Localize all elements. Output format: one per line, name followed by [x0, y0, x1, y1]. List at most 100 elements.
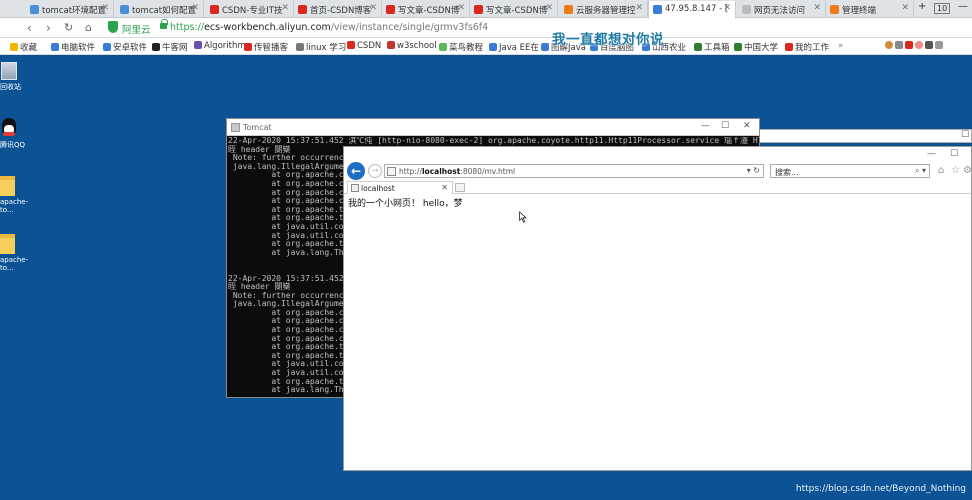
background-window[interactable]: ☐	[740, 129, 972, 143]
home-icon[interactable]: ⌂	[85, 21, 92, 35]
browser-tab[interactable]: 云服务器管理控 ✕	[560, 1, 648, 18]
back-arrow-icon[interactable]: ←	[347, 162, 365, 180]
forward-arrow-icon[interactable]: ›	[46, 21, 51, 35]
close-icon[interactable]: ✕	[901, 3, 909, 13]
tab-favicon-icon	[742, 5, 751, 14]
ie-page-content: 我的一个小网页！ hello，梦	[348, 199, 463, 209]
browser-tab-label: 云服务器管理控	[576, 6, 636, 16]
browser-tab[interactable]: 写文章-CSDN博 ✕	[382, 1, 470, 18]
ie-address-field[interactable]: http://localhost:8080/mv.html ▾ ↻	[384, 164, 764, 178]
desktop-icon-apache-folder-1[interactable]: apache-to...	[0, 176, 28, 214]
bookmark-item[interactable]: 收藏	[10, 41, 37, 53]
bookmark-item[interactable]: 工具箱	[694, 41, 730, 53]
tab-favicon-icon	[830, 5, 839, 14]
ie-tab-title: localhost	[361, 184, 395, 193]
bookmark-item[interactable]: 我的工作	[785, 41, 829, 53]
close-icon[interactable]: ✕	[545, 3, 553, 13]
bookmark-item[interactable]: 牛客网	[152, 41, 188, 53]
bookmark-label: 安卓软件	[113, 43, 148, 53]
close-icon[interactable]: ✕	[635, 3, 643, 13]
close-icon[interactable]: ✕	[723, 3, 731, 13]
tomcat-window-title: Tomcat	[243, 123, 272, 132]
maximize-button[interactable]: ☐	[721, 121, 729, 131]
bookmark-item[interactable]: Java EE在	[489, 41, 539, 53]
mouse-cursor-icon	[519, 211, 527, 223]
browser-tab-label: 写文章-CSDN博	[398, 6, 460, 16]
browser-tab[interactable]: tomcat如何配置 ✕	[116, 1, 204, 18]
folder-icon	[0, 176, 15, 196]
desktop-icon-recycle-bin[interactable]: 回收站	[0, 62, 28, 92]
console-line: 22-Apr-2020 15:37:51.452 淇℃伅 [http-nio-8…	[228, 137, 759, 145]
close-button[interactable]: ✕	[743, 121, 751, 131]
bookmark-label: 我的工作	[795, 43, 830, 53]
browser-tab-label: 首页-CSDN博客	[310, 6, 372, 16]
bookmark-item[interactable]: CSDN	[347, 41, 381, 51]
new-tab-button[interactable]: +	[918, 1, 926, 12]
bookmark-item[interactable]: 安卓软件	[103, 41, 147, 53]
desktop-icon-label: apache-to...	[0, 256, 29, 272]
tomcat-titlebar[interactable]: Tomcat — ☐ ✕	[227, 119, 759, 136]
close-icon[interactable]: ✕	[813, 3, 821, 13]
browser-tab[interactable]: 写文章-CSDN博 ✕	[470, 1, 558, 18]
maximize-button[interactable]: ☐	[961, 130, 969, 140]
bookmarks-overflow-chevron-icon[interactable]: »	[838, 41, 843, 51]
desktop-icon-apache-folder-2[interactable]: apache-to...	[0, 234, 28, 272]
url-field[interactable]: https://ecs-workbench.aliyun.com/view/in…	[170, 22, 488, 33]
tab-favicon-icon	[298, 5, 307, 14]
browser-tab-label: tomcat环境配置	[42, 6, 107, 16]
bookmark-item[interactable]: Algorithm	[194, 41, 246, 51]
browser-tab[interactable]: 首页-CSDN博客 ✕	[294, 1, 382, 18]
minimize-button[interactable]: —	[701, 121, 710, 131]
settings-gear-icon[interactable]: ⚙	[963, 165, 972, 176]
back-arrow-icon[interactable]: ‹	[27, 21, 32, 35]
close-icon[interactable]: ✕	[369, 3, 377, 13]
bookmark-label: w3school	[397, 41, 437, 51]
ie-tab-localhost[interactable]: localhost ✕	[347, 181, 453, 194]
browser-tab[interactable]: tomcat环境配置 ✕	[26, 1, 114, 18]
ie-new-tab-button[interactable]	[455, 183, 465, 192]
bookmark-item[interactable]: 传智播客	[244, 41, 288, 53]
desktop-icon-qq[interactable]: 腾讯QQ	[0, 118, 28, 150]
bookmark-favicon-icon	[439, 43, 447, 51]
tab-favicon-icon	[386, 5, 395, 14]
ie-titlebar[interactable]: — ☐	[344, 147, 971, 161]
bookmark-label: CSDN	[357, 41, 382, 51]
forward-arrow-icon[interactable]: →	[368, 164, 382, 178]
search-icon[interactable]: ⌕ ▾	[915, 166, 926, 176]
close-icon[interactable]: ✕	[191, 3, 199, 13]
bookmark-favicon-icon	[152, 43, 160, 51]
bookmark-item[interactable]: 电脑软件	[51, 41, 95, 53]
browser-tab[interactable]: 管理终端 ✕	[826, 1, 914, 18]
bookmark-item[interactable]: w3school	[387, 41, 437, 51]
minimize-button[interactable]: —	[927, 149, 936, 159]
browser-tab-label: tomcat如何配置	[132, 6, 197, 16]
dropdown-and-refresh-icon[interactable]: ▾ ↻	[747, 166, 760, 175]
tab-count-badge[interactable]: 10	[934, 3, 951, 14]
bookmark-favicon-icon	[347, 41, 355, 49]
close-icon[interactable]: ✕	[441, 183, 448, 192]
browser-tab[interactable]: 网页无法访问 ✕	[738, 1, 826, 18]
bookmark-item[interactable]: 菜鸟教程	[439, 41, 483, 53]
ie-browser-window[interactable]: — ☐ ← → http://localhost:8080/mv.html ▾ …	[343, 146, 972, 471]
close-icon[interactable]: ✕	[457, 3, 465, 13]
extension-icons[interactable]	[885, 41, 945, 51]
address-bar: ‹ › ↻ ⌂ 阿里云 https://ecs-workbench.aliyun…	[0, 18, 972, 38]
watermark: https://blog.csdn.net/Beyond_Nothing	[795, 484, 966, 494]
favorites-star-icon[interactable]: ☆	[951, 165, 960, 176]
bookmark-item[interactable]: linux 学习	[296, 41, 346, 53]
browser-tab[interactable]: 47.95.8.147 - [✕	[648, 1, 736, 18]
bookmark-favicon-icon	[244, 43, 252, 51]
home-icon[interactable]: ⌂	[938, 165, 944, 176]
bookmark-label: 电脑软件	[61, 43, 96, 53]
close-icon[interactable]: ✕	[281, 3, 289, 13]
browser-tab[interactable]: CSDN-专业IT技 ✕	[206, 1, 294, 18]
reload-icon[interactable]: ↻	[64, 21, 73, 35]
bookmark-label: 菜鸟教程	[449, 43, 484, 53]
close-icon[interactable]: ✕	[101, 3, 109, 13]
bookmark-item[interactable]: 中国大学	[734, 41, 778, 53]
ie-search-field[interactable]: 搜索... ⌕ ▾	[770, 164, 930, 178]
minimize-button[interactable]: —	[958, 1, 968, 12]
maximize-button[interactable]: ☐	[950, 149, 958, 159]
bookmark-label: 收藏	[20, 43, 38, 53]
bookmark-label: 传智播客	[254, 43, 289, 53]
